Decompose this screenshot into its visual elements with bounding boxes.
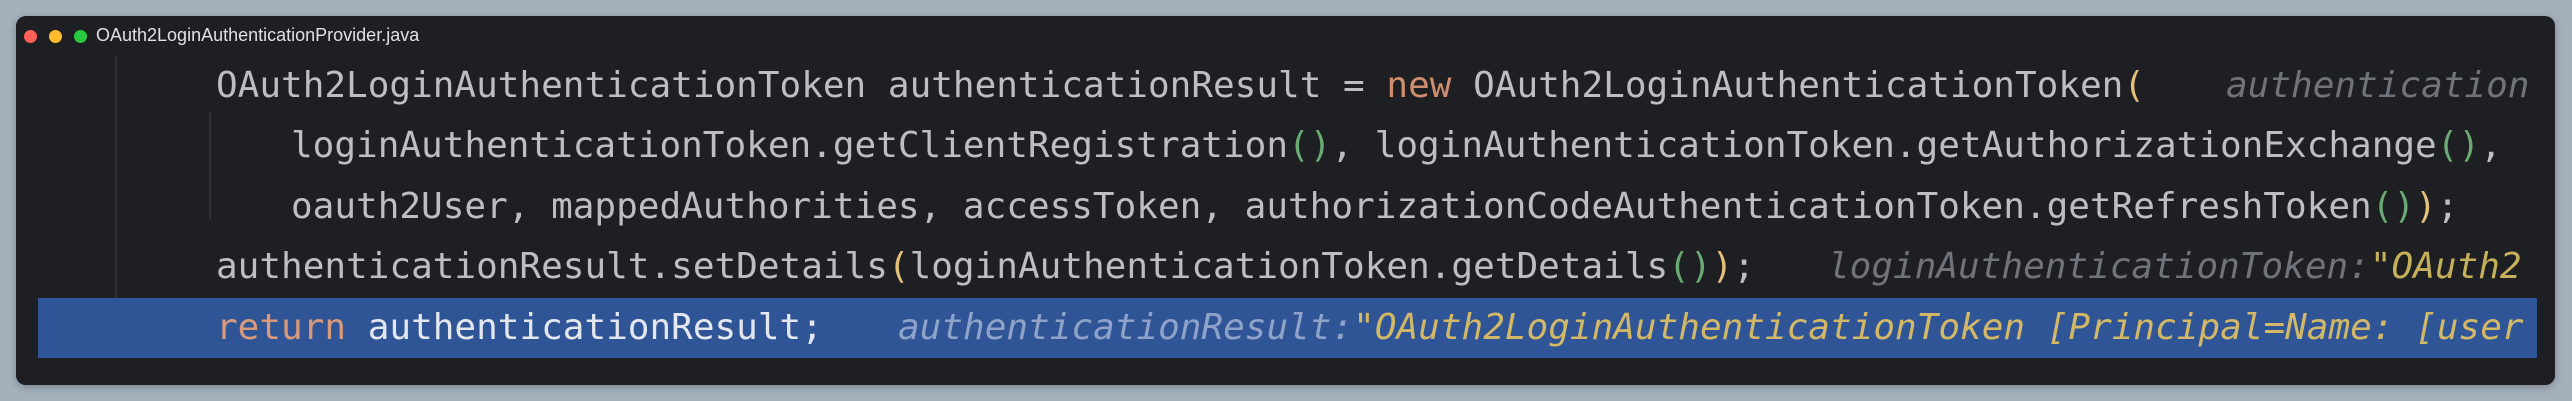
- paren: (: [2123, 65, 2145, 106]
- code-text: authenticationResult;: [346, 307, 823, 348]
- code-line-3[interactable]: oauth2User, mappedAuthorities, accessTok…: [16, 177, 2555, 237]
- debug-inline-value-name: authenticationResult:: [898, 307, 1354, 348]
- window-title: OAuth2LoginAuthenticationProvider.java: [96, 25, 420, 45]
- paren: ): [1711, 246, 1734, 287]
- paren: ): [2415, 186, 2437, 227]
- code-line-4[interactable]: authenticationResult.setDetails(loginAut…: [16, 237, 2555, 297]
- code-text: ;: [1733, 246, 1755, 287]
- inlay-hint: authentication: [2226, 65, 2530, 106]
- code-text: loginAuthenticationToken.getDetails: [909, 246, 1669, 287]
- code-text: oauth2User, mappedAuthorities, accessTok…: [291, 186, 2372, 227]
- code-text: , loginAuthenticationToken.getAuthorizat…: [1331, 125, 2437, 166]
- code-text: OAuth2LoginAuthenticationToken authentic…: [216, 65, 1387, 106]
- code-text: ,: [2480, 125, 2502, 166]
- code-text: authenticationResult.setDetails: [216, 246, 888, 287]
- code-text: loginAuthenticationToken.getClientRegist…: [291, 125, 1288, 166]
- paren: (): [2436, 125, 2481, 166]
- debug-inline-value: "OAuth2LoginAuthenticationToken [Princip…: [1353, 307, 2524, 348]
- code-line-2[interactable]: loginAuthenticationToken.getClientRegist…: [16, 116, 2555, 176]
- editor-window: OAuth2LoginAuthenticationProvider.java O…: [16, 16, 2555, 385]
- paren: (): [2371, 186, 2416, 227]
- keyword-return: return: [216, 307, 347, 348]
- code-editor[interactable]: OAuth2LoginAuthenticationToken authentic…: [16, 56, 2555, 385]
- paren: (): [1288, 125, 1332, 166]
- minimize-window-button[interactable]: [49, 30, 62, 43]
- title-bar: OAuth2LoginAuthenticationProvider.java: [16, 16, 2555, 56]
- keyword-new: new: [1386, 65, 1452, 106]
- code-line-1[interactable]: OAuth2LoginAuthenticationToken authentic…: [16, 56, 2555, 116]
- maximize-window-button[interactable]: [74, 30, 87, 43]
- debug-inline-value-name: loginAuthenticationToken:: [1828, 246, 2370, 287]
- paren: (: [887, 246, 910, 287]
- paren: (): [1668, 246, 1712, 287]
- close-window-button[interactable]: [24, 30, 37, 43]
- debug-inline-value: "OAuth2: [2369, 246, 2522, 287]
- code-text: OAuth2LoginAuthenticationToken: [1451, 65, 2124, 106]
- code-text: ;: [2436, 186, 2459, 227]
- execution-point-line[interactable]: return authenticationResult; authenticat…: [38, 298, 2537, 358]
